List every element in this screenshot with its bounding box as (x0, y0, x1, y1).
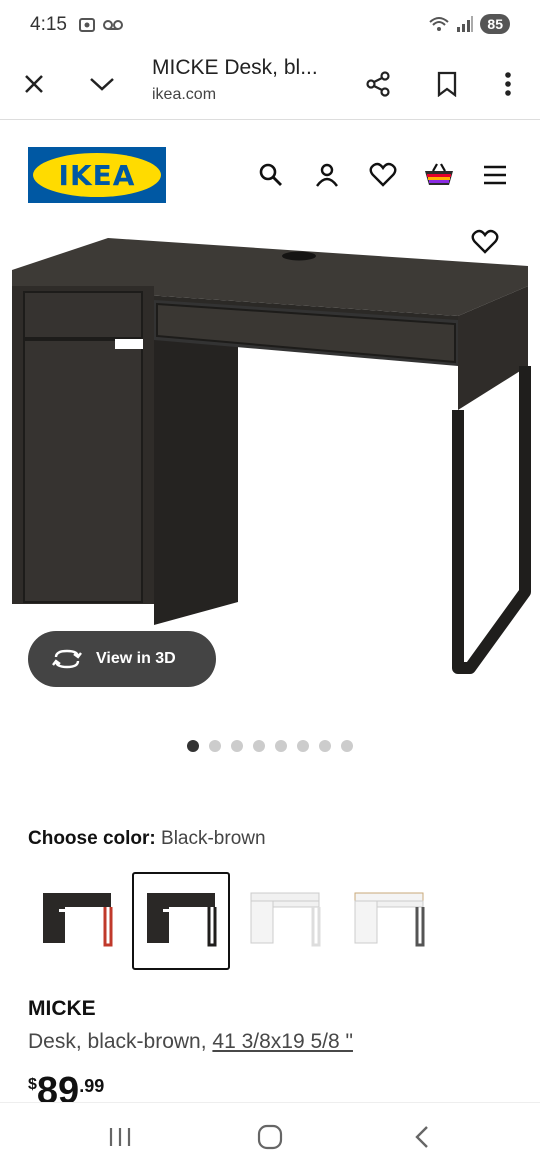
share-icon[interactable] (356, 62, 400, 106)
choose-color: Choose color: Black-brown (28, 828, 266, 850)
swatch-white[interactable] (236, 872, 334, 970)
view-in-3d-label: View in 3D (96, 650, 176, 667)
chevron-down-icon[interactable] (80, 62, 124, 106)
rotate-3d-icon (52, 649, 82, 669)
gallery-dot-8[interactable] (341, 740, 353, 752)
heart-icon[interactable] (366, 158, 400, 192)
screenshot-icon (79, 18, 95, 32)
swatch-black-brown[interactable] (132, 872, 230, 970)
status-time: 4:15 (30, 14, 67, 35)
favorite-heart-icon[interactable] (470, 228, 500, 258)
gallery-dot-4[interactable] (253, 740, 265, 752)
view-in-3d-button[interactable]: View in 3D (28, 631, 216, 687)
gallery-dot-3[interactable] (231, 740, 243, 752)
gallery-dot-7[interactable] (319, 740, 331, 752)
price-decimal: .99 (79, 1076, 105, 1096)
signal-icon (457, 16, 474, 32)
swatch-black-brown-red[interactable] (28, 872, 126, 970)
status-system-icons: 85 (428, 14, 510, 34)
gallery-dot-6[interactable] (297, 740, 309, 752)
product-description: Desk, black-brown, 41 3/8x19 5/8 " (28, 1030, 353, 1054)
price-currency: $ (28, 1076, 37, 1093)
browser-bar: MICKE Desk, bl... ikea.com (0, 50, 540, 120)
menu-icon[interactable] (478, 158, 512, 192)
choose-color-value: Black-brown (161, 828, 266, 849)
page-title: MICKE Desk, bl... (152, 56, 318, 79)
swatch-white-oak[interactable] (340, 872, 438, 970)
cart-icon[interactable] (422, 158, 456, 192)
gallery-pagination (0, 740, 540, 752)
product-type: Desk, black-brown, (28, 1030, 213, 1053)
product-dimensions-link[interactable]: 41 3/8x19 5/8 " (212, 1030, 353, 1053)
header-icons (254, 158, 512, 192)
page-domain: ikea.com (152, 86, 217, 103)
close-icon[interactable] (12, 62, 56, 106)
recent-apps-icon[interactable] (100, 1121, 140, 1153)
color-swatches (28, 872, 438, 970)
home-icon[interactable] (250, 1121, 290, 1153)
more-options-icon[interactable] (486, 62, 530, 106)
system-nav-bar (0, 1102, 540, 1170)
ikea-logo[interactable]: IKEA (28, 147, 166, 203)
bookmark-icon[interactable] (425, 62, 469, 106)
wifi-icon (429, 17, 450, 31)
battery-indicator: 85 (480, 14, 510, 34)
site-header: IKEA (0, 120, 540, 220)
back-icon[interactable] (402, 1121, 442, 1153)
gallery-dot-5[interactable] (275, 740, 287, 752)
status-notification-icons (78, 16, 124, 34)
gallery-dot-1[interactable] (187, 740, 199, 752)
gallery-dot-2[interactable] (209, 740, 221, 752)
account-icon[interactable] (310, 158, 344, 192)
product-name: MICKE (28, 997, 96, 1020)
status-bar: 4:15 85 (0, 0, 540, 50)
search-icon[interactable] (254, 158, 288, 192)
voicemail-icon (103, 20, 123, 30)
choose-color-label: Choose color: (28, 828, 156, 849)
